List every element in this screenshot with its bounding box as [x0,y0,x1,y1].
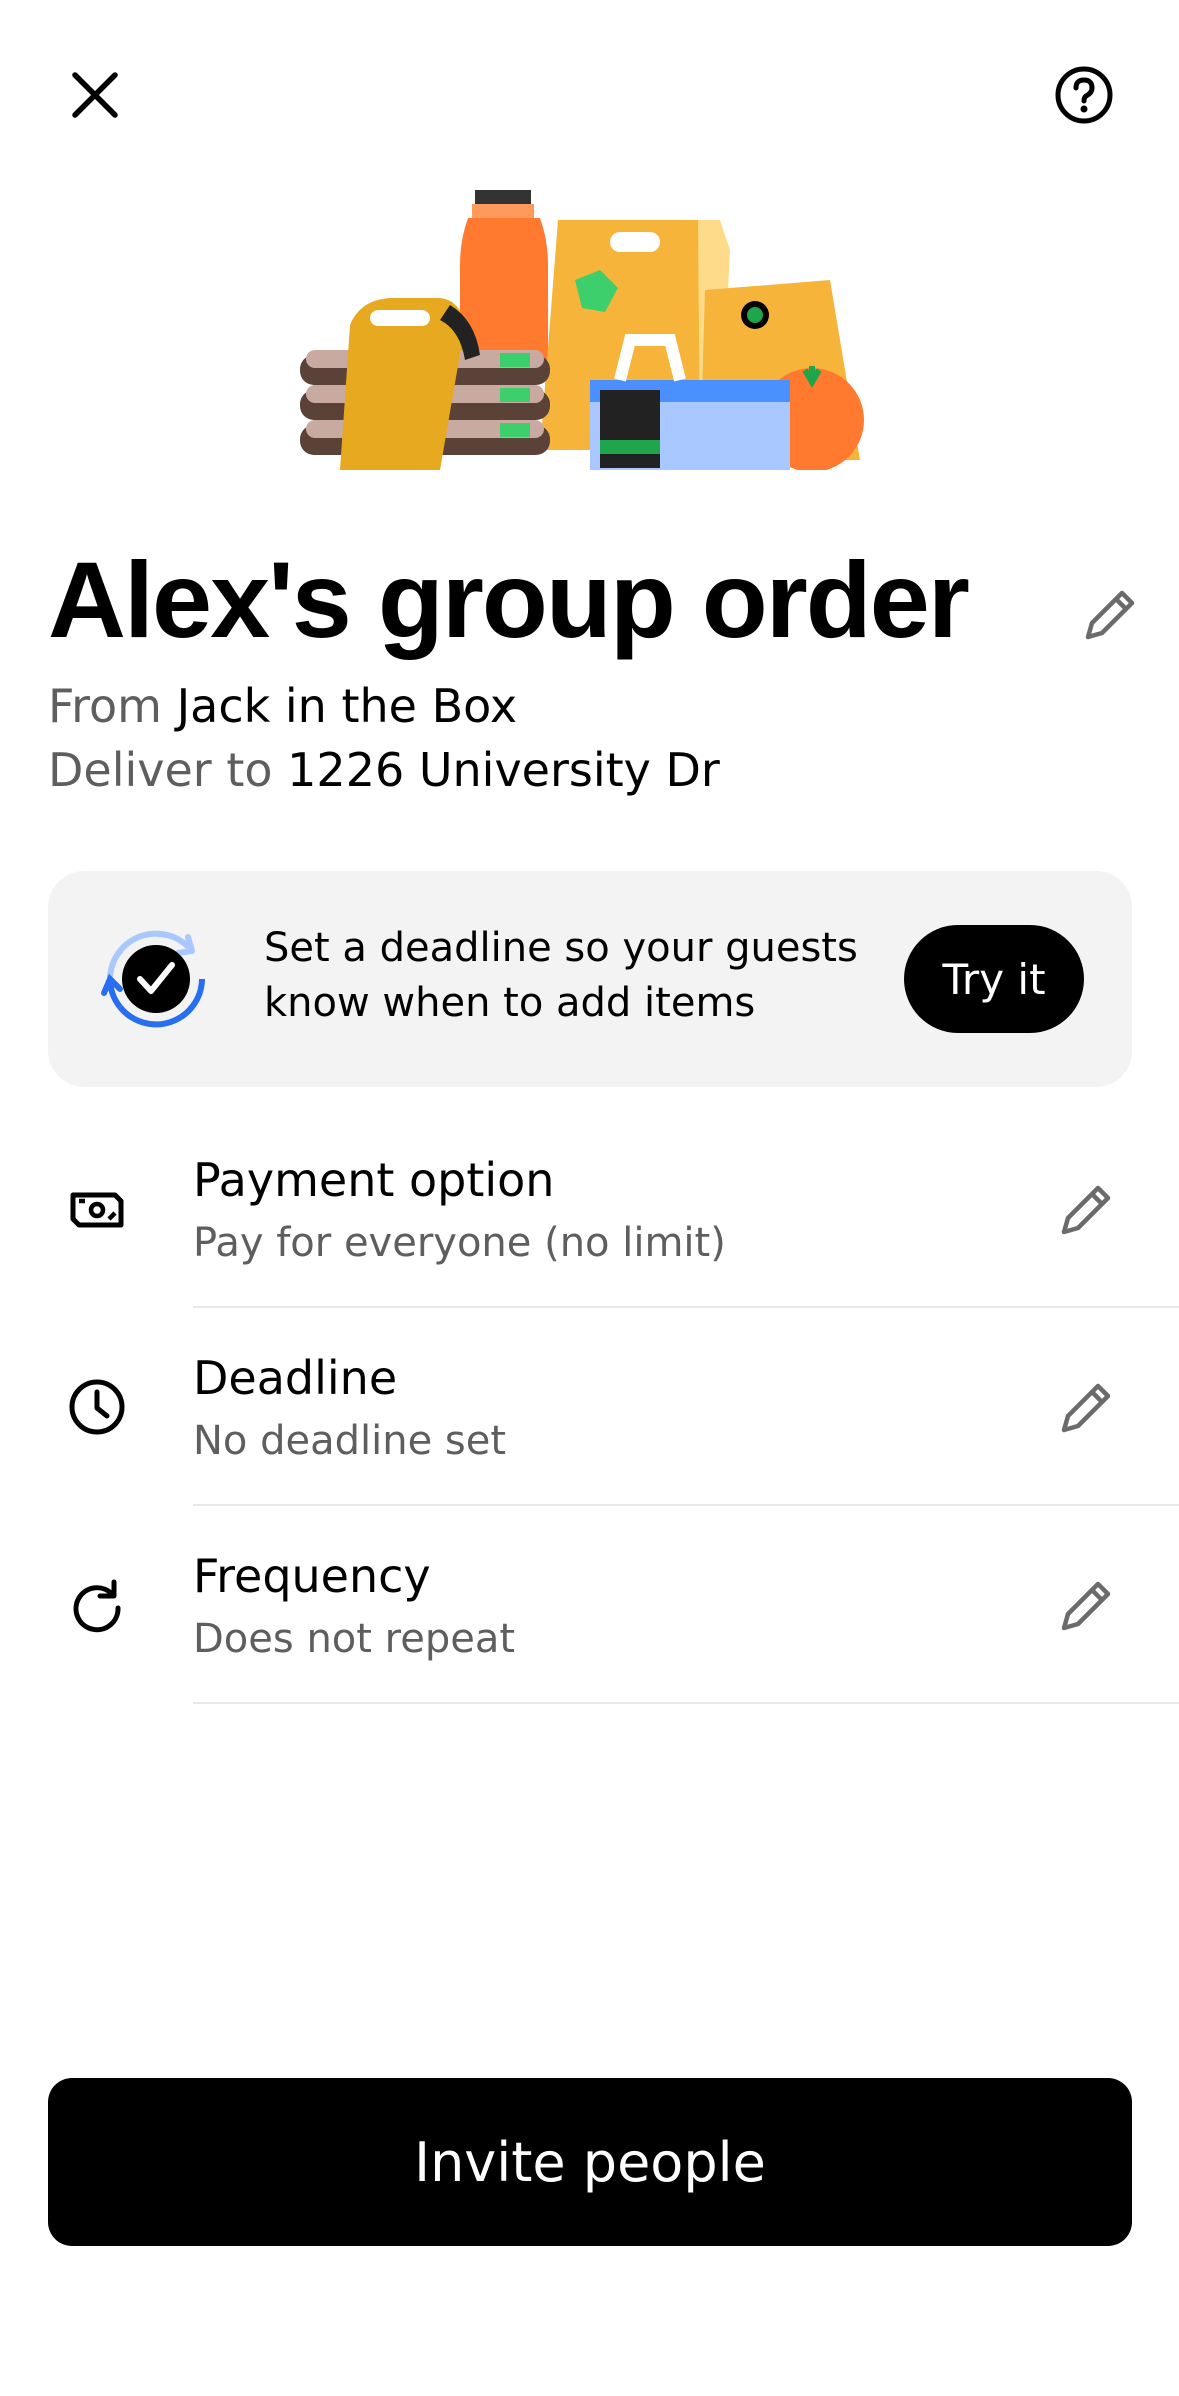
edit-payment-button[interactable] [1036,1160,1136,1260]
group-order-food-illustration [300,190,864,470]
help-circle-icon [1055,66,1113,124]
pencil-icon [1061,1185,1111,1235]
help-button[interactable] [1019,30,1149,160]
deadline-promo-card: Set a deadline so your guests know when … [48,871,1132,1087]
divider [193,1702,1179,1704]
deadline-value: No deadline set [193,1418,507,1464]
deliver-label: Deliver to [48,743,273,797]
close-button[interactable] [30,30,160,160]
delivery-address: 1226 University Dr [287,743,720,797]
deadline-row[interactable]: Deadline No deadline set [0,1308,1179,1506]
try-it-button[interactable]: Try it [904,925,1084,1033]
frequency-value: Does not repeat [193,1616,516,1662]
pencil-icon [1085,590,1135,640]
pencil-icon [1061,1383,1111,1433]
promo-text: Set a deadline so your guests know when … [264,925,858,1026]
invite-people-button[interactable]: Invite people [48,2078,1132,2246]
cash-icon [58,1170,136,1248]
delivery-address-line: Deliver to 1226 University Dr [48,740,720,800]
edit-frequency-button[interactable] [1036,1556,1136,1656]
payment-option-title: Payment option [193,1153,555,1207]
clock-icon [58,1368,136,1446]
deadline-check-icon [101,930,205,1028]
deadline-title: Deadline [193,1351,398,1405]
edit-deadline-button[interactable] [1036,1358,1136,1458]
pencil-icon [1061,1581,1111,1631]
payment-option-value: Pay for everyone (no limit) [193,1220,726,1266]
restaurant-name: Jack in the Box [176,679,518,733]
edit-title-button[interactable] [1060,565,1160,665]
payment-option-row[interactable]: Payment option Pay for everyone (no limi… [0,1110,1179,1308]
frequency-row[interactable]: Frequency Does not repeat [0,1506,1179,1704]
frequency-title: Frequency [193,1549,431,1603]
page-title: Alex's group order [48,539,970,660]
close-icon [72,72,118,118]
from-label: From [48,679,162,733]
repeat-icon [58,1566,136,1644]
restaurant-line: From Jack in the Box [48,676,517,736]
